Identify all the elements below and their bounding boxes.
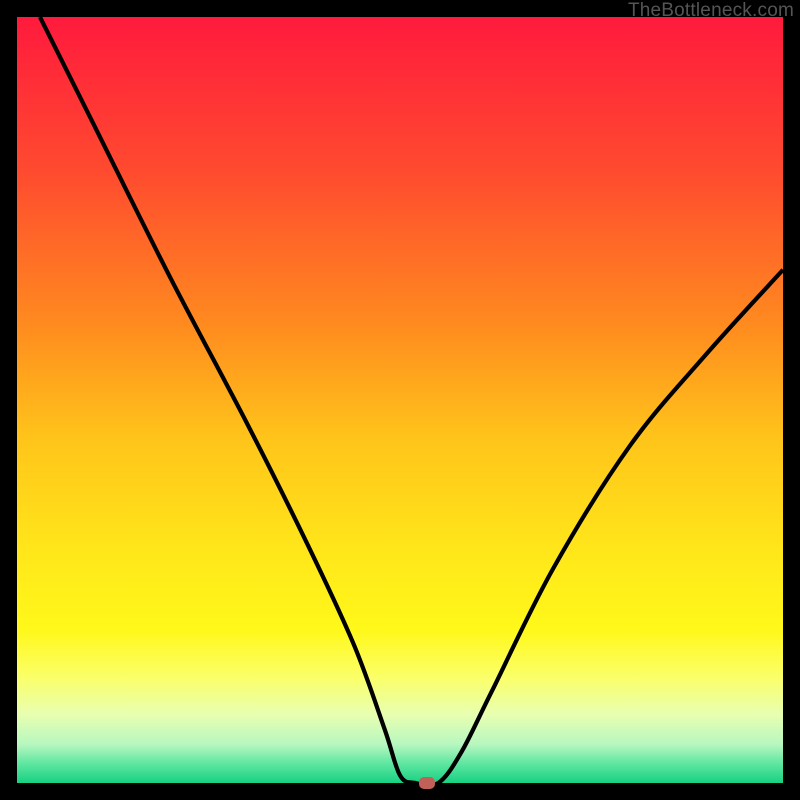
bottleneck-curve <box>17 17 783 783</box>
watermark-text: TheBottleneck.com <box>628 0 794 22</box>
plot-area <box>17 17 783 783</box>
chart-frame: TheBottleneck.com <box>0 0 800 800</box>
optimum-marker <box>419 777 435 789</box>
